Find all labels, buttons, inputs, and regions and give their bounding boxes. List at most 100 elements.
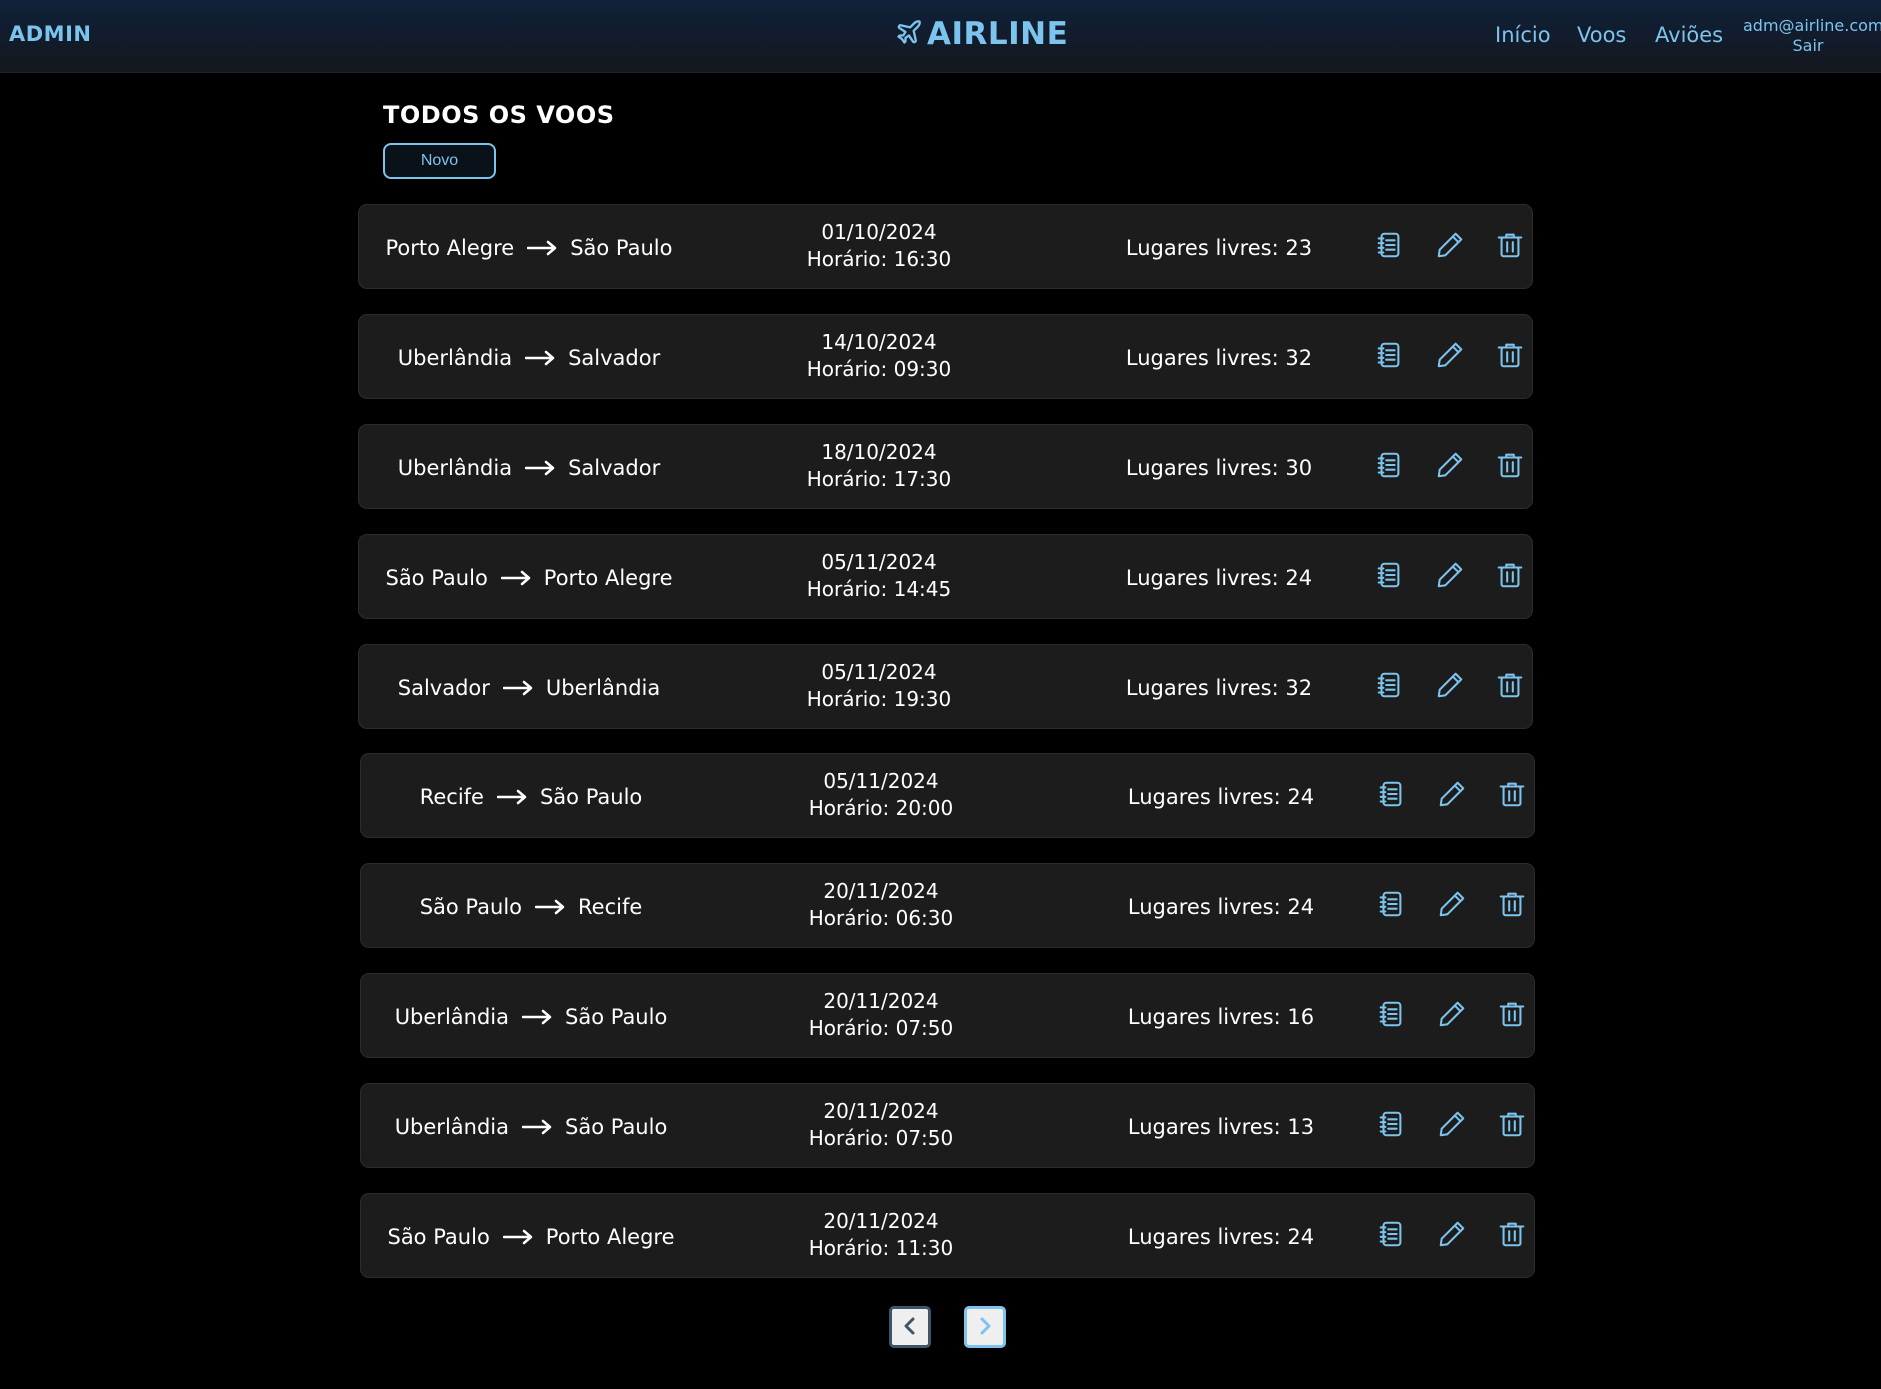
new-flight-button[interactable]: Novo [383, 143, 496, 179]
row-actions [1367, 645, 1532, 730]
details-button[interactable] [1369, 884, 1413, 928]
flight-route: Salvador Uberlândia [359, 645, 699, 730]
nav-link-inicio[interactable]: Início [1495, 23, 1551, 47]
flight-datetime: 20/11/2024 Horário: 07:50 [781, 1098, 981, 1152]
arrow-right-icon [527, 240, 557, 256]
flight-destination: São Paulo [565, 1004, 668, 1029]
edit-button[interactable] [1428, 335, 1472, 379]
pagination-next-button[interactable] [964, 1306, 1006, 1348]
delete-trash-icon [1495, 340, 1525, 374]
flight-route: Uberlândia Salvador [359, 425, 699, 510]
flight-route: Porto Alegre São Paulo [359, 205, 699, 290]
details-button[interactable] [1369, 774, 1413, 818]
top-navbar: ADMIN AIRLINE Início Voos Aviões adm@air… [0, 0, 1881, 73]
flight-seats: Lugares livres: 32 [1125, 345, 1313, 370]
flight-datetime: 05/11/2024 Horário: 14:45 [779, 549, 979, 603]
details-button[interactable] [1367, 555, 1411, 599]
edit-button[interactable] [1430, 994, 1474, 1038]
flight-seats: Lugares livres: 23 [1125, 235, 1313, 260]
flight-route: Uberlândia Salvador [359, 315, 699, 400]
details-button[interactable] [1369, 994, 1413, 1038]
arrow-right-icon [502, 1229, 533, 1245]
edit-pencil-icon [1435, 670, 1465, 704]
flight-row: São Paulo Porto Alegre 20/11/2024 Horário: … [360, 1193, 1535, 1278]
edit-button[interactable] [1428, 225, 1472, 269]
page-title: TODOS OS VOOS [383, 101, 615, 129]
nav-link-avioes[interactable]: Aviões [1655, 23, 1723, 47]
chevron-left-icon [898, 1314, 922, 1341]
delete-button[interactable] [1488, 225, 1532, 269]
flight-time: Horário: 14:45 [806, 577, 952, 601]
pagination-prev-button[interactable] [889, 1306, 931, 1348]
delete-button[interactable] [1490, 1104, 1534, 1148]
details-button[interactable] [1367, 445, 1411, 489]
flight-datetime: 05/11/2024 Horário: 19:30 [779, 659, 979, 713]
brand-name: AIRLINE [927, 16, 1069, 52]
delete-trash-icon [1495, 670, 1525, 704]
details-button[interactable] [1369, 1104, 1413, 1148]
edit-button[interactable] [1430, 884, 1474, 928]
details-button[interactable] [1367, 335, 1411, 379]
row-actions [1367, 425, 1532, 510]
details-icon [1374, 230, 1404, 264]
logout-link[interactable]: Sair [1743, 36, 1873, 56]
flight-origin: Recife [419, 784, 484, 809]
row-actions [1369, 1084, 1534, 1169]
arrow-right-icon [525, 460, 555, 476]
brand-logo[interactable]: AIRLINE [895, 16, 1068, 52]
edit-pencil-icon [1435, 230, 1465, 264]
delete-button[interactable] [1490, 884, 1534, 928]
delete-trash-icon [1495, 560, 1525, 594]
flight-date: 01/10/2024 [821, 220, 937, 244]
edit-button[interactable] [1430, 1214, 1474, 1258]
flight-origin: São Paulo [385, 565, 488, 590]
delete-button[interactable] [1490, 1214, 1534, 1258]
delete-button[interactable] [1488, 445, 1532, 489]
row-actions [1367, 205, 1532, 290]
edit-pencil-icon [1437, 999, 1467, 1033]
flight-date: 14/10/2024 [821, 330, 937, 354]
delete-button[interactable] [1490, 994, 1534, 1038]
delete-button[interactable] [1490, 774, 1534, 818]
delete-trash-icon [1497, 1219, 1527, 1253]
flight-destination: Porto Alegre [543, 565, 673, 590]
flight-time: Horário: 16:30 [806, 247, 952, 271]
flight-time: Horário: 07:50 [808, 1126, 954, 1150]
delete-trash-icon [1495, 450, 1525, 484]
arrow-right-icon [522, 1119, 552, 1135]
details-icon [1376, 889, 1406, 923]
nav-link-voos[interactable]: Voos [1577, 23, 1626, 47]
edit-button[interactable] [1428, 555, 1472, 599]
edit-button[interactable] [1428, 445, 1472, 489]
flight-seats: Lugares livres: 13 [1127, 1114, 1315, 1139]
row-actions [1367, 315, 1532, 400]
flight-date: 20/11/2024 [823, 989, 939, 1013]
flight-time: Horário: 20:00 [808, 796, 954, 820]
user-email: adm@airline.com [1743, 16, 1881, 35]
delete-button[interactable] [1488, 665, 1532, 709]
flight-destination: São Paulo [565, 1114, 668, 1139]
flight-route: São Paulo Porto Alegre [361, 1194, 701, 1279]
delete-button[interactable] [1488, 555, 1532, 599]
delete-button[interactable] [1488, 335, 1532, 379]
flight-date: 05/11/2024 [821, 550, 937, 574]
edit-button[interactable] [1430, 774, 1474, 818]
arrow-right-icon [525, 350, 555, 366]
details-button[interactable] [1367, 665, 1411, 709]
plane-icon [895, 18, 923, 50]
flight-datetime: 20/11/2024 Horário: 11:30 [781, 1208, 981, 1262]
details-button[interactable] [1367, 225, 1411, 269]
edit-pencil-icon [1435, 450, 1465, 484]
edit-button[interactable] [1430, 1104, 1474, 1148]
edit-button[interactable] [1428, 665, 1472, 709]
details-icon [1374, 340, 1404, 374]
flight-time: Horário: 19:30 [806, 687, 952, 711]
details-button[interactable] [1369, 1214, 1413, 1258]
flight-seats: Lugares livres: 24 [1127, 1224, 1315, 1249]
flight-origin: Uberlândia [397, 345, 513, 370]
flight-datetime: 20/11/2024 Horário: 06:30 [781, 878, 981, 932]
flight-time: Horário: 17:30 [806, 467, 952, 491]
delete-trash-icon [1497, 1109, 1527, 1143]
flight-seats: Lugares livres: 16 [1127, 1004, 1315, 1029]
flight-time: Horário: 11:30 [808, 1236, 954, 1260]
